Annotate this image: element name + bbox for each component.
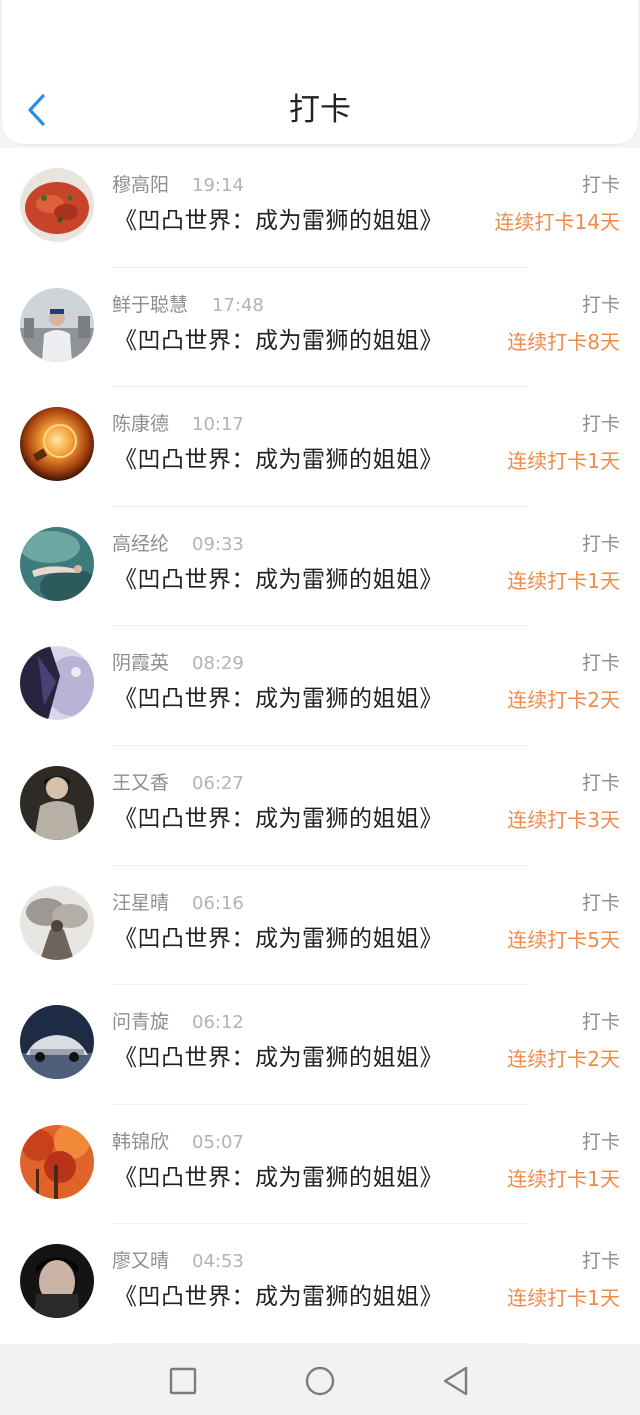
avatar[interactable] (20, 1005, 94, 1080)
checkin-row[interactable]: 阴霞英 08:29 《凹凸世界：成为雷狮的姐姐》 打卡 连续打卡2天 (0, 626, 640, 746)
book-title[interactable]: 《凹凸世界：成为雷狮的姐姐》 (114, 443, 443, 477)
user-name: 高经纶 (112, 532, 170, 555)
checkin-row[interactable]: 汪星晴 06:16 《凹凸世界：成为雷狮的姐姐》 打卡 连续打卡5天 (0, 866, 640, 986)
top-header: 打卡 (2, 0, 638, 144)
checkin-time: 10:17 (192, 414, 244, 436)
avatar[interactable] (20, 1124, 94, 1199)
streak-label: 连续打卡1天 (507, 1286, 620, 1311)
streak-label: 连续打卡14天 (494, 210, 620, 234)
checkin-time: 06:16 (192, 892, 244, 914)
book-title[interactable]: 《凹凸世界：成为雷狮的姐姐》 (114, 204, 443, 238)
checkin-row[interactable]: 廖又晴 04:53 《凹凸世界：成为雷狮的姐姐》 打卡 连续打卡1天 (0, 1224, 640, 1344)
user-name: 阴霞英 (112, 652, 170, 675)
action-label: 打卡 (581, 532, 620, 555)
avatar[interactable] (20, 526, 94, 601)
checkin-time: 17:48 (212, 294, 264, 316)
book-title[interactable]: 《凹凸世界：成为雷狮的姐姐》 (114, 1280, 443, 1314)
book-title[interactable]: 《凹凸世界：成为雷狮的姐姐》 (114, 802, 443, 836)
user-name: 穆高阳 (112, 174, 170, 196)
book-title[interactable]: 《凹凸世界：成为雷狮的姐姐》 (114, 563, 443, 597)
streak-label: 连续打卡1天 (507, 1166, 620, 1191)
back-nav-button[interactable] (434, 1359, 478, 1403)
checkin-row[interactable]: 穆高阳 19:14 《凹凸世界：成为雷狮的姐姐》 打卡 连续打卡14天 (0, 148, 640, 268)
checkin-row[interactable]: 高经纶 09:33 《凹凸世界：成为雷狮的姐姐》 打卡 连续打卡1天 (0, 507, 640, 627)
streak-label: 连续打卡5天 (507, 927, 620, 952)
streak-label: 连续打卡2天 (507, 1047, 620, 1072)
book-title[interactable]: 《凹凸世界：成为雷狮的姐姐》 (114, 1161, 443, 1195)
action-label: 打卡 (581, 771, 620, 794)
checkin-list: 穆高阳 19:14 《凹凸世界：成为雷狮的姐姐》 打卡 连续打卡14天 鲜于聪慧… (0, 148, 640, 1344)
streak-label: 连续打卡2天 (507, 688, 620, 713)
user-name: 韩锦欣 (112, 1130, 170, 1153)
user-name: 鲜于聪慧 (112, 293, 189, 316)
checkin-row[interactable]: 陈康德 10:17 《凹凸世界：成为雷狮的姐姐》 打卡 连续打卡1天 (0, 387, 640, 507)
streak-label: 连续打卡1天 (507, 568, 620, 593)
checkin-time: 06:27 (192, 772, 244, 794)
avatar[interactable] (20, 407, 94, 482)
checkin-time: 08:29 (192, 653, 244, 675)
action-label: 打卡 (581, 1130, 620, 1153)
checkin-row[interactable]: 问青旋 06:12 《凹凸世界：成为雷狮的姐姐》 打卡 连续打卡2天 (0, 985, 640, 1105)
action-label: 打卡 (581, 652, 620, 675)
checkin-row[interactable]: 韩锦欣 05:07 《凹凸世界：成为雷狮的姐姐》 打卡 连续打卡1天 (0, 1105, 640, 1225)
checkin-row[interactable]: 王又香 06:27 《凹凸世界：成为雷狮的姐姐》 打卡 连续打卡3天 (0, 746, 640, 866)
streak-label: 连续打卡8天 (507, 329, 620, 354)
avatar[interactable] (20, 1244, 94, 1319)
home-button[interactable] (298, 1359, 342, 1403)
user-name: 王又香 (112, 771, 170, 794)
checkin-time: 09:33 (192, 533, 244, 555)
square-recents-icon (169, 1367, 197, 1395)
book-title[interactable]: 《凹凸世界：成为雷狮的姐姐》 (114, 324, 443, 358)
action-label: 打卡 (581, 891, 620, 914)
checkin-time: 05:07 (192, 1131, 244, 1153)
user-name: 汪星晴 (112, 891, 170, 914)
avatar[interactable] (20, 885, 94, 960)
streak-label: 连续打卡3天 (507, 807, 620, 832)
recents-button[interactable] (161, 1359, 205, 1403)
action-label: 打卡 (581, 413, 620, 436)
avatar[interactable] (20, 646, 94, 721)
action-label: 打卡 (581, 1250, 620, 1273)
avatar[interactable] (20, 287, 94, 362)
avatar[interactable] (20, 765, 94, 840)
checkin-time: 06:12 (192, 1012, 244, 1034)
book-title[interactable]: 《凹凸世界：成为雷狮的姐姐》 (114, 1041, 443, 1075)
avatar[interactable] (20, 168, 94, 242)
book-title[interactable]: 《凹凸世界：成为雷狮的姐姐》 (114, 682, 443, 716)
streak-label: 连续打卡1天 (507, 449, 620, 474)
circle-home-icon (305, 1366, 335, 1396)
action-label: 打卡 (581, 174, 620, 196)
action-label: 打卡 (581, 1011, 620, 1034)
triangle-back-icon (443, 1366, 468, 1396)
user-name: 陈康德 (112, 413, 170, 436)
checkin-time: 19:14 (192, 175, 244, 196)
checkin-time: 04:53 (192, 1251, 244, 1273)
system-navigation-bar (0, 1345, 640, 1415)
user-name: 问青旋 (112, 1011, 170, 1034)
checkin-row[interactable]: 鲜于聪慧 17:48 《凹凸世界：成为雷狮的姐姐》 打卡 连续打卡8天 (0, 268, 640, 388)
page-title: 打卡 (289, 92, 351, 128)
user-name: 廖又晴 (112, 1250, 170, 1273)
book-title[interactable]: 《凹凸世界：成为雷狮的姐姐》 (114, 922, 443, 956)
action-label: 打卡 (581, 293, 620, 316)
